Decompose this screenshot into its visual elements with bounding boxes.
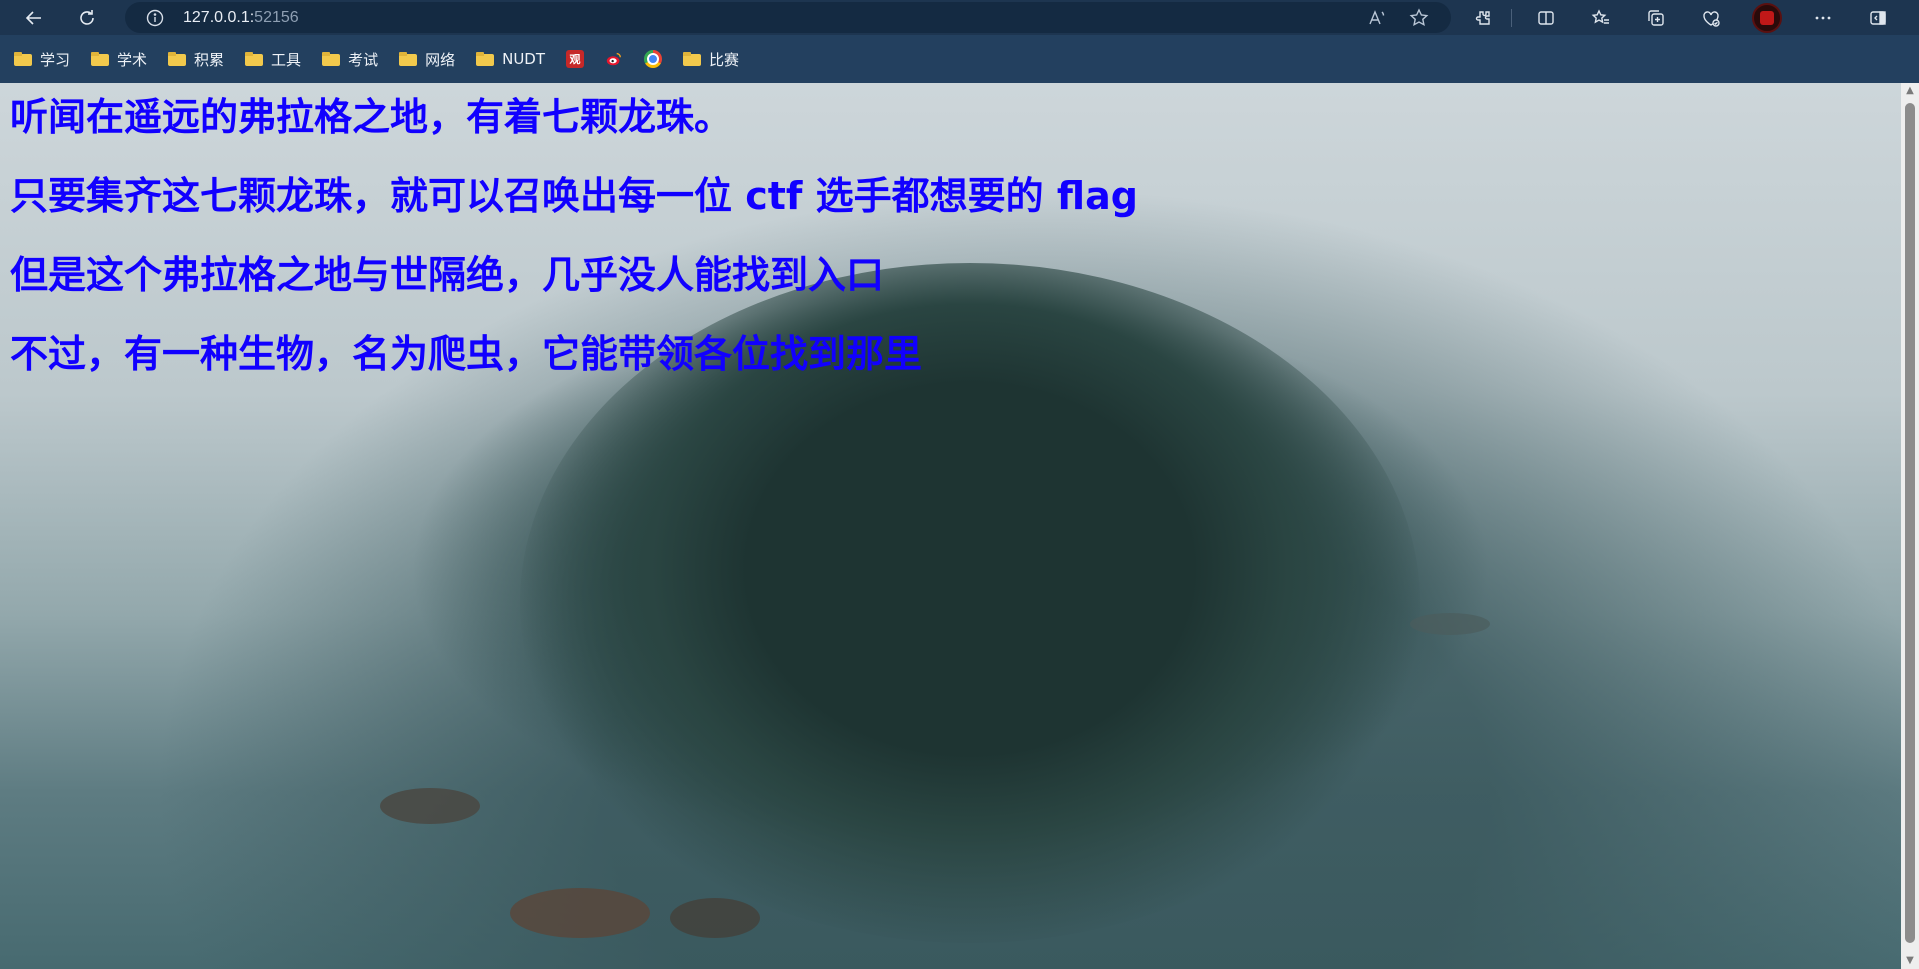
folder-icon xyxy=(476,52,495,66)
scrollbar-thumb[interactable] xyxy=(1905,103,1915,943)
page-content: 听闻在遥远的弗拉格之地，有着七颗龙珠。 只要集齐这七颗龙珠，就可以召唤出每一位 … xyxy=(0,83,1901,969)
bookmark-label: 工具 xyxy=(271,50,302,69)
bookmark-folder-study[interactable]: 学习 xyxy=(14,49,70,70)
folder-icon xyxy=(168,52,187,66)
bookmark-label: 积累 xyxy=(194,50,225,69)
favorites-icon[interactable] xyxy=(1587,4,1615,32)
collections-icon[interactable] xyxy=(1642,4,1670,32)
story-line-1: 听闻在遥远的弗拉格之地，有着七颗龙珠。 xyxy=(10,95,733,139)
bookmark-folder-network[interactable]: 网络 xyxy=(399,49,455,70)
favorite-star-icon[interactable] xyxy=(1407,6,1431,30)
background-rock xyxy=(670,898,760,938)
folder-icon xyxy=(399,52,418,66)
profile-avatar[interactable] xyxy=(1752,3,1782,33)
vertical-scrollbar[interactable]: ▲ ▼ xyxy=(1901,83,1919,969)
url-port: 52156 xyxy=(254,8,299,26)
folder-icon xyxy=(14,52,32,66)
guan-logo-icon: 观 xyxy=(566,50,585,68)
bookmark-folder-accumulate[interactable]: 积累 xyxy=(168,49,224,70)
more-options-icon[interactable] xyxy=(1809,4,1837,32)
background-rock xyxy=(1410,613,1490,635)
bookmark-site-chrome[interactable] xyxy=(644,50,663,68)
bookmark-label: 网络 xyxy=(425,50,456,69)
url-text: 127.0.0.1:52156 xyxy=(183,9,299,27)
bookmark-folder-academic[interactable]: 学术 xyxy=(91,49,147,70)
background-rock xyxy=(510,888,650,938)
bookmark-site-weibo[interactable] xyxy=(605,50,623,68)
browser-toolbar: 127.0.0.1:52156 xyxy=(0,0,1919,35)
sidebar-toggle-icon[interactable] xyxy=(1864,4,1892,32)
back-button[interactable] xyxy=(16,3,52,33)
bookmark-folder-exam[interactable]: 考试 xyxy=(322,49,378,70)
bookmark-label: NUDT xyxy=(502,50,546,68)
read-aloud-icon[interactable] xyxy=(1365,6,1389,30)
story-line-2: 只要集齐这七颗龙珠，就可以召唤出每一位 ctf 选手都想要的 flag xyxy=(10,174,1138,218)
folder-icon xyxy=(91,52,110,66)
weibo-logo-icon xyxy=(605,50,623,68)
address-bar[interactable]: 127.0.0.1:52156 xyxy=(125,2,1451,33)
bookmark-folder-competition[interactable]: 比赛 xyxy=(683,49,739,70)
folder-icon xyxy=(683,52,702,66)
story-line-4: 不过，有一种生物，名为爬虫，它能带领各位找到那里 xyxy=(10,332,923,376)
browser-tools xyxy=(1470,3,1892,33)
scroll-up-arrow-icon[interactable]: ▲ xyxy=(1905,86,1915,96)
story-text: 听闻在遥远的弗拉格之地，有着七颗龙珠。 只要集齐这七颗龙珠，就可以召唤出每一位 … xyxy=(10,97,1138,413)
folder-icon xyxy=(245,52,264,66)
toolbar-divider xyxy=(1511,9,1512,27)
extensions-icon[interactable] xyxy=(1470,4,1498,32)
story-line-3: 但是这个弗拉格之地与世隔绝，几乎没人能找到入口 xyxy=(10,253,885,297)
bookmark-label: 学习 xyxy=(40,50,71,69)
folder-icon xyxy=(322,52,341,66)
info-icon[interactable] xyxy=(146,9,164,27)
bookmark-label: 比赛 xyxy=(709,50,740,69)
split-screen-icon[interactable] xyxy=(1532,4,1560,32)
bookmark-folder-tools[interactable]: 工具 xyxy=(245,49,301,70)
url-host: 127.0.0.1: xyxy=(183,8,255,26)
back-arrow-icon xyxy=(25,10,41,25)
bookmark-label: 学术 xyxy=(117,50,148,69)
bookmark-label: 考试 xyxy=(348,50,379,69)
reload-icon xyxy=(80,9,94,25)
scroll-down-arrow-icon[interactable]: ▼ xyxy=(1905,956,1915,966)
browser-essentials-icon[interactable] xyxy=(1697,4,1725,32)
background-rock xyxy=(380,788,480,824)
reload-button[interactable] xyxy=(69,3,105,33)
bookmarks-bar: 学习 学术 积累 工具 考试 网络 NUDT 观 比赛 xyxy=(0,35,1919,83)
chrome-logo-icon xyxy=(644,50,663,68)
bookmark-folder-nudt[interactable]: NUDT xyxy=(476,50,545,68)
bookmark-site-guan[interactable]: 观 xyxy=(566,50,585,68)
